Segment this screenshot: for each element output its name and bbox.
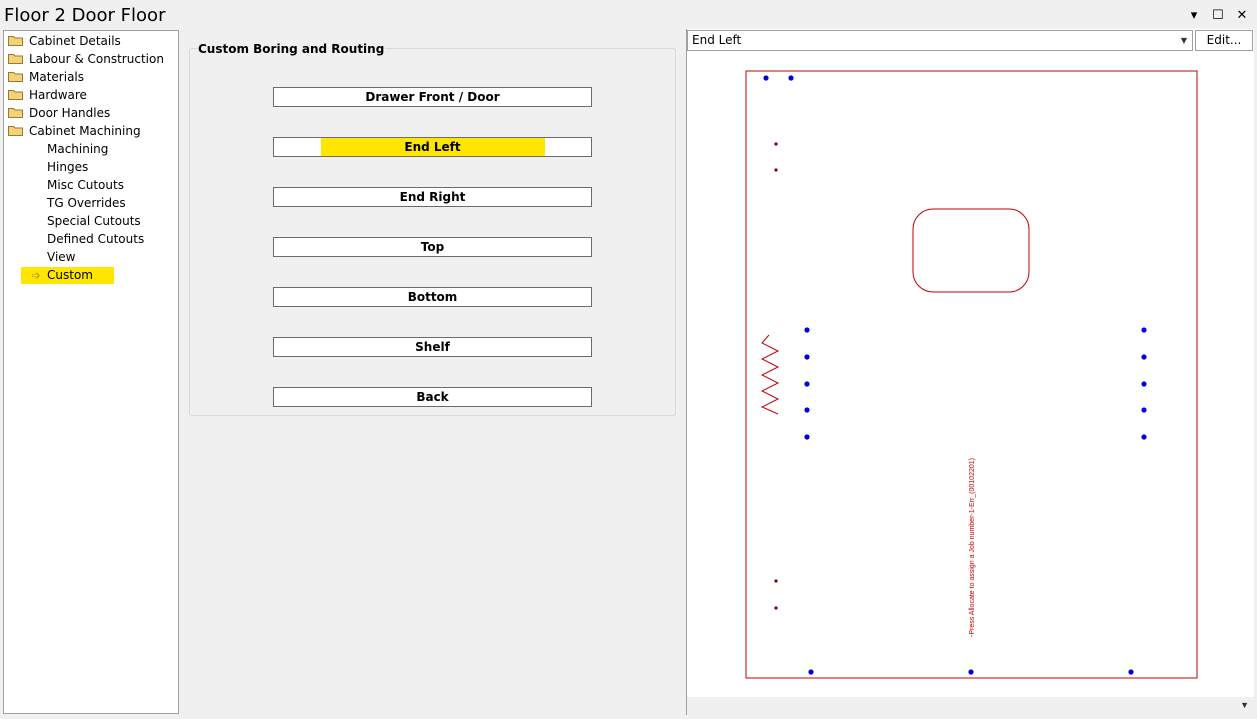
bore-hole	[763, 75, 769, 81]
pin-hole	[774, 168, 778, 172]
part-button-label: Back	[416, 390, 449, 404]
tree-item[interactable]: Cabinet Details	[8, 33, 121, 50]
part-button[interactable]: Drawer Front / Door	[273, 87, 592, 107]
part-select[interactable]: End Left ▼	[687, 30, 1193, 51]
tree-item[interactable]: Special Cutouts	[21, 213, 141, 230]
bore-hole	[804, 407, 810, 413]
bore-hole	[1141, 354, 1147, 360]
routing-zigzag	[760, 334, 780, 415]
tree-item[interactable]: TG Overrides	[21, 195, 126, 212]
close-icon[interactable]: ✕	[1235, 4, 1249, 26]
part-button[interactable]: Back	[273, 387, 592, 407]
horizontal-scrollbar[interactable]: ▼	[687, 697, 1255, 715]
tree-item[interactable]: Hardware	[8, 87, 87, 104]
bore-hole	[804, 434, 810, 440]
window-title: Floor 2 Door Floor	[4, 5, 166, 26]
dropdown-icon[interactable]: ▾	[1187, 4, 1201, 26]
tree-item-label: Misc Cutouts	[47, 178, 124, 192]
handle-cutout	[912, 208, 1030, 293]
tree-item-label: Machining	[47, 142, 109, 156]
tree-item[interactable]: Cabinet Machining	[8, 123, 141, 140]
bore-hole	[804, 354, 810, 360]
window-controls: ▾ ☐ ✕	[1187, 4, 1249, 26]
bore-hole	[968, 669, 974, 675]
tree-item-label: Cabinet Details	[29, 34, 121, 48]
scroll-down-icon[interactable]: ▼	[1240, 700, 1249, 710]
folder-icon	[8, 53, 23, 64]
part-button-label: End Left	[404, 140, 461, 154]
tree-item-label: Materials	[29, 70, 85, 84]
folder-icon	[8, 125, 23, 136]
note-text: -Press Allocate to assign a Job number-1…	[969, 458, 976, 637]
part-button[interactable]: Top	[273, 237, 592, 257]
tree-item-label: Labour & Construction	[29, 52, 164, 66]
tree-item[interactable]: Defined Cutouts	[21, 231, 144, 248]
bore-hole	[1141, 407, 1147, 413]
edit-button[interactable]: Edit...	[1195, 30, 1253, 51]
bore-hole	[804, 381, 810, 387]
part-select-value: End Left	[692, 33, 742, 47]
tree-item[interactable]: View	[21, 249, 75, 266]
bore-hole	[1141, 327, 1147, 333]
bore-hole	[788, 75, 794, 81]
maximize-icon[interactable]: ☐	[1211, 4, 1225, 26]
part-button[interactable]: Bottom	[273, 287, 592, 307]
folder-icon	[8, 89, 23, 100]
folder-icon	[8, 107, 23, 118]
tree-item-label: Hinges	[47, 160, 89, 174]
tree-item-label: View	[47, 250, 76, 264]
part-button-label: Shelf	[415, 340, 450, 354]
folder-icon	[8, 35, 23, 46]
pin-hole	[774, 579, 778, 583]
bore-hole	[1128, 669, 1134, 675]
part-button[interactable]: Shelf	[273, 337, 592, 357]
bore-hole	[1141, 434, 1147, 440]
part-button[interactable]: End Right	[273, 187, 592, 207]
bore-hole	[1141, 381, 1147, 387]
bore-hole	[808, 669, 814, 675]
tree-item[interactable]: Machining	[21, 141, 108, 158]
part-drawing: -Press Allocate to assign a Job number-1…	[745, 70, 1198, 679]
tree-item[interactable]: Labour & Construction	[8, 51, 164, 68]
holes	[763, 75, 1147, 675]
tree-item-label: Custom	[47, 268, 93, 282]
tree-item-label: Door Handles	[29, 106, 111, 120]
folder-icon	[8, 71, 23, 82]
chevron-down-icon: ▼	[1180, 36, 1187, 45]
pin-hole	[774, 606, 778, 610]
part-button-label: Top	[420, 240, 445, 254]
part-button[interactable]: End Left	[273, 137, 592, 157]
tree-item-label: Special Cutouts	[47, 214, 141, 228]
bore-hole	[804, 327, 810, 333]
tree-item[interactable]: Hinges	[21, 159, 88, 176]
navigation-tree: Cabinet Details Labour & Construction Mate…	[3, 30, 179, 714]
tree-item-label: Hardware	[29, 88, 87, 102]
part-button-label: End Right	[399, 190, 466, 204]
part-button-label: Bottom	[407, 290, 458, 304]
tree-item[interactable]: Misc Cutouts	[21, 177, 124, 194]
tree-item-label: Defined Cutouts	[47, 232, 145, 246]
tree-item-label: TG Overrides	[47, 196, 126, 210]
tree-item[interactable]: Door Handles	[8, 105, 110, 122]
tree-item[interactable]: Materials	[8, 69, 84, 86]
tree-item-label: Cabinet Machining	[29, 124, 141, 138]
group-title: Custom Boring and Routing	[197, 42, 386, 56]
arrow-right-icon: ➩	[31, 269, 41, 282]
part-button-label: Drawer Front / Door	[365, 90, 500, 104]
pin-hole	[774, 142, 778, 146]
tree-item[interactable]: ➩ Custom	[21, 267, 114, 284]
